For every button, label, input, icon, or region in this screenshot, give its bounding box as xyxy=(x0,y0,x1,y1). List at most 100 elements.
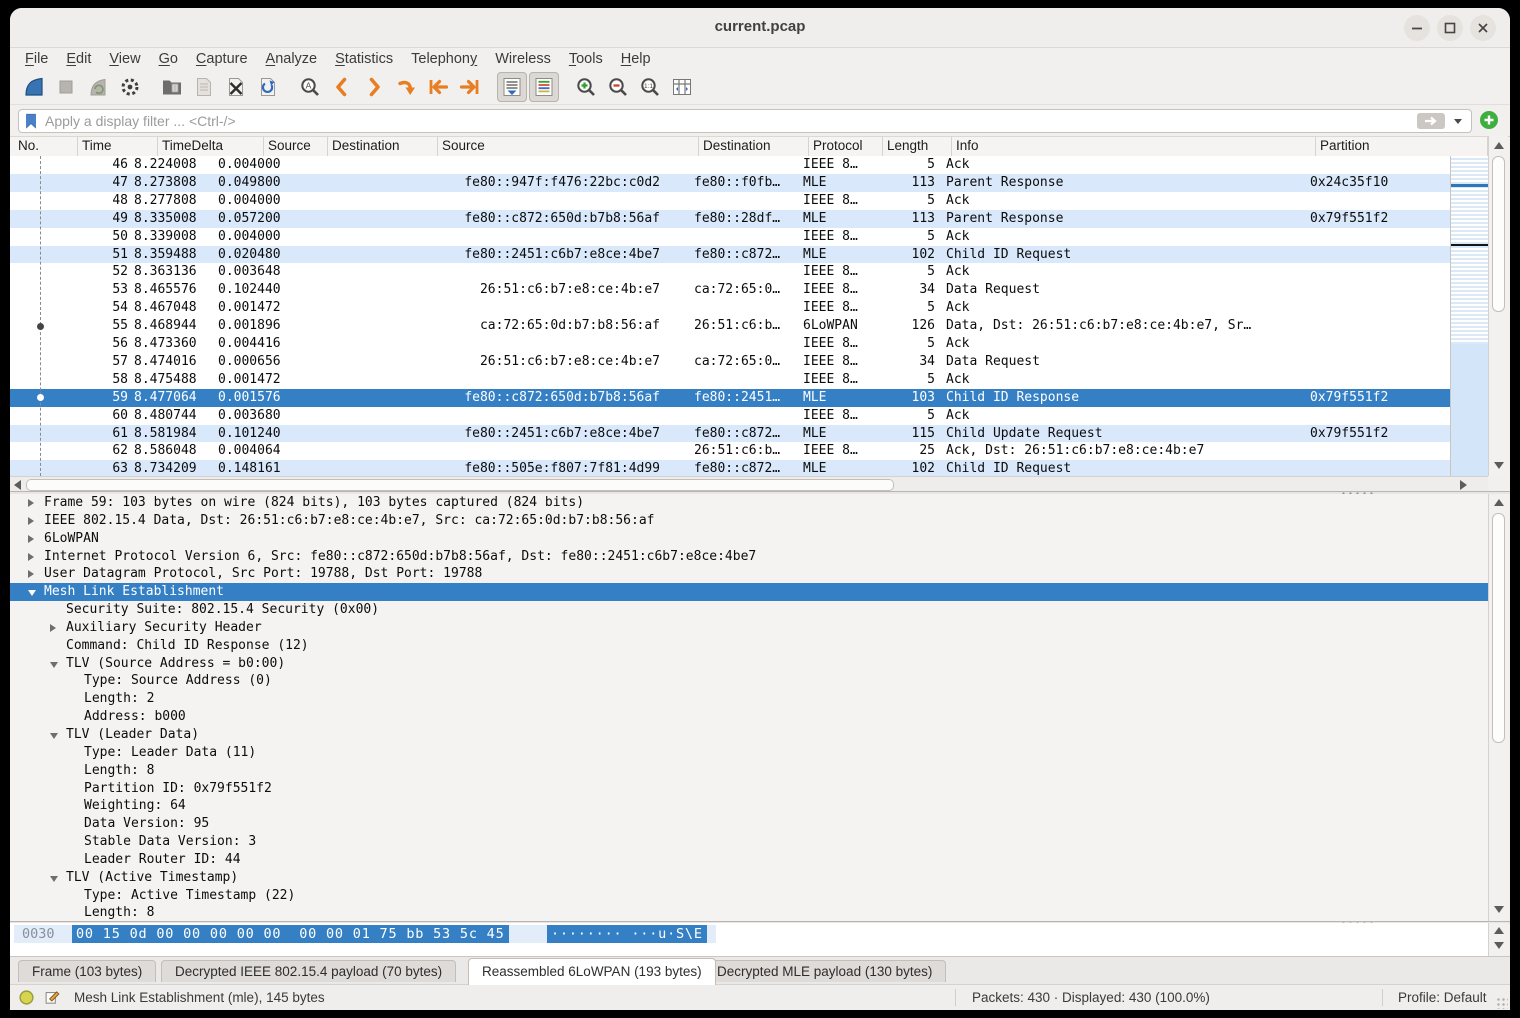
detail-line[interactable]: 6LoWPAN xyxy=(10,530,1488,548)
menu-go[interactable]: Go xyxy=(150,50,187,68)
menu-capture[interactable]: Capture xyxy=(187,50,257,68)
capture-comment-icon[interactable] xyxy=(44,989,61,1006)
column-header-timedelta[interactable]: TimeDelta xyxy=(158,137,264,157)
packet-row-52[interactable]: 528.3631360.003648IEEE 8…5Ack xyxy=(10,263,1450,281)
close-button[interactable] xyxy=(1470,15,1496,41)
menu-telephony[interactable]: Telephony xyxy=(402,50,486,68)
collapsed-arrow-icon[interactable] xyxy=(50,624,56,632)
packet-row-46[interactable]: 468.2240080.004000IEEE 8…5Ack xyxy=(10,156,1450,174)
packet-row-48[interactable]: 488.2778080.004000IEEE 8…5Ack xyxy=(10,192,1450,210)
packet-row-50[interactable]: 508.3390080.004000IEEE 8…5Ack xyxy=(10,228,1450,246)
detail-line[interactable]: TLV (Active Timestamp) xyxy=(10,869,1488,887)
detail-line[interactable]: Data Version: 95 xyxy=(10,815,1488,833)
packet-list-hscrollbar[interactable] xyxy=(10,476,1488,492)
maximize-button[interactable] xyxy=(1437,15,1463,41)
detail-line[interactable]: Partition ID: 0x79f551f2 xyxy=(10,780,1488,798)
bookmark-icon[interactable] xyxy=(22,112,40,130)
menu-view[interactable]: View xyxy=(100,50,149,68)
display-filter-input[interactable]: Apply a display filter ... <Ctrl-/> xyxy=(18,109,1472,133)
tab-0[interactable]: Frame (103 bytes) xyxy=(18,960,156,982)
packet-row-62[interactable]: 628.5860480.00406426:51:c6:b…IEEE 8…25Ac… xyxy=(10,442,1450,460)
expanded-arrow-icon[interactable] xyxy=(28,590,36,596)
tab-3[interactable]: Decrypted MLE payload (130 bytes) xyxy=(703,960,946,982)
detail-line[interactable]: Auxiliary Security Header xyxy=(10,619,1488,637)
column-header-partition[interactable]: Partition xyxy=(1316,137,1488,157)
column-header-destination[interactable]: Destination xyxy=(699,137,809,157)
details-vscrollbar[interactable] xyxy=(1488,494,1508,921)
detail-line[interactable]: Frame 59: 103 bytes on wire (824 bits), … xyxy=(10,494,1488,512)
detail-line[interactable]: Internet Protocol Version 6, Src: fe80::… xyxy=(10,548,1488,566)
detail-line[interactable]: User Datagram Protocol, Src Port: 19788,… xyxy=(10,565,1488,583)
detail-line[interactable]: Mesh Link Establishment xyxy=(10,583,1488,601)
packet-row-57[interactable]: 578.4740160.00065626:51:c6:b7:e8:ce:4b:e… xyxy=(10,353,1450,371)
detail-line[interactable]: Length: 2 xyxy=(10,690,1488,708)
intelligent-scrollbar-minimap[interactable] xyxy=(1450,156,1488,476)
hex-row[interactable]: 0030 00 15 0d 00 00 00 00 00 00 00 01 75… xyxy=(14,925,716,943)
detail-line[interactable]: Address: b000 xyxy=(10,708,1488,726)
packet-list-vscrollbar[interactable] xyxy=(1488,136,1508,476)
add-filter-button[interactable] xyxy=(1480,111,1498,129)
zoom-original-button[interactable]: 1:1 xyxy=(635,72,665,102)
scroll-up-icon[interactable] xyxy=(1494,499,1504,506)
packet-row-53[interactable]: 538.4655760.10244026:51:c6:b7:e8:ce:4b:e… xyxy=(10,281,1450,299)
start-capture-button[interactable] xyxy=(19,72,49,102)
detail-line[interactable]: Length: 8 xyxy=(10,904,1488,921)
column-header-no[interactable]: No. xyxy=(10,137,78,157)
collapsed-arrow-icon[interactable] xyxy=(28,499,34,507)
colorize-button[interactable] xyxy=(529,72,559,102)
zoom-in-button[interactable] xyxy=(571,72,601,102)
scroll-down-icon[interactable] xyxy=(1494,906,1504,913)
packet-row-56[interactable]: 568.4733600.004416IEEE 8…5Ack xyxy=(10,335,1450,353)
packet-row-63[interactable]: 638.7342090.148161fe80::505e:f807:7f81:4… xyxy=(10,460,1450,476)
scroll-up-icon[interactable] xyxy=(1494,927,1504,934)
auto-scroll-button[interactable] xyxy=(497,72,527,102)
go-last-button[interactable] xyxy=(455,72,485,102)
menu-help[interactable]: Help xyxy=(612,50,660,68)
go-back-button[interactable] xyxy=(327,72,357,102)
menu-edit[interactable]: Edit xyxy=(57,50,100,68)
stop-capture-button[interactable] xyxy=(51,72,81,102)
column-header-length[interactable]: Length xyxy=(883,137,952,157)
scroll-down-icon[interactable] xyxy=(1494,942,1504,949)
packet-row-47[interactable]: 478.2738080.049800fe80::947f:f476:22bc:c… xyxy=(10,174,1450,192)
menu-wireless[interactable]: Wireless xyxy=(486,50,560,68)
detail-line[interactable]: Stable Data Version: 3 xyxy=(10,833,1488,851)
detail-line[interactable]: Leader Router ID: 44 xyxy=(10,851,1488,869)
scroll-right-icon[interactable] xyxy=(1460,480,1467,490)
apply-filter-button[interactable] xyxy=(1417,113,1445,129)
resize-columns-button[interactable] xyxy=(667,72,697,102)
detail-line[interactable]: Security Suite: 802.15.4 Security (0x00) xyxy=(10,601,1488,619)
filter-dropdown-caret[interactable] xyxy=(1454,119,1462,124)
hex-ascii-selected[interactable]: ········ ···u·S\E xyxy=(547,925,707,943)
detail-line[interactable]: TLV (Source Address = b0:00) xyxy=(10,655,1488,673)
status-profile[interactable]: Profile: Default xyxy=(1398,990,1487,1005)
collapsed-arrow-icon[interactable] xyxy=(28,535,34,543)
capture-options-button[interactable] xyxy=(115,72,145,102)
detail-line[interactable]: Type: Leader Data (11) xyxy=(10,744,1488,762)
menu-file[interactable]: File xyxy=(16,50,57,68)
minimize-button[interactable] xyxy=(1404,15,1430,41)
detail-line[interactable]: Type: Active Timestamp (22) xyxy=(10,887,1488,905)
packet-row-55[interactable]: 558.4689440.001896ca:72:65:0d:b7:b8:56:a… xyxy=(10,317,1450,335)
scroll-left-icon[interactable] xyxy=(14,480,21,490)
hex-bytes-selected[interactable]: 00 15 0d 00 00 00 00 00 00 00 01 75 bb 5… xyxy=(72,925,509,943)
zoom-out-button[interactable] xyxy=(603,72,633,102)
reload-file-button[interactable] xyxy=(253,72,283,102)
resize-grip[interactable] xyxy=(1496,997,1508,1009)
expert-info-icon[interactable] xyxy=(18,989,35,1006)
scroll-down-icon[interactable] xyxy=(1494,462,1504,469)
column-header-source[interactable]: Source xyxy=(264,137,328,157)
menu-tools[interactable]: Tools xyxy=(560,50,612,68)
packet-list-scroll-thumb[interactable] xyxy=(1492,156,1505,312)
detail-line[interactable]: Command: Child ID Response (12) xyxy=(10,637,1488,655)
tab-2[interactable]: Reassembled 6LoWPAN (193 bytes) xyxy=(468,958,716,985)
detail-line[interactable]: Weighting: 64 xyxy=(10,797,1488,815)
go-first-button[interactable] xyxy=(423,72,453,102)
tab-1[interactable]: Decrypted IEEE 802.15.4 payload (70 byte… xyxy=(161,960,456,982)
packet-list-hscroll-thumb[interactable] xyxy=(26,479,894,491)
packet-row-54[interactable]: 548.4670480.001472IEEE 8…5Ack xyxy=(10,299,1450,317)
detail-line[interactable]: Type: Source Address (0) xyxy=(10,672,1488,690)
menu-statistics[interactable]: Statistics xyxy=(326,50,402,68)
collapsed-arrow-icon[interactable] xyxy=(28,517,34,525)
detail-line[interactable]: TLV (Leader Data) xyxy=(10,726,1488,744)
